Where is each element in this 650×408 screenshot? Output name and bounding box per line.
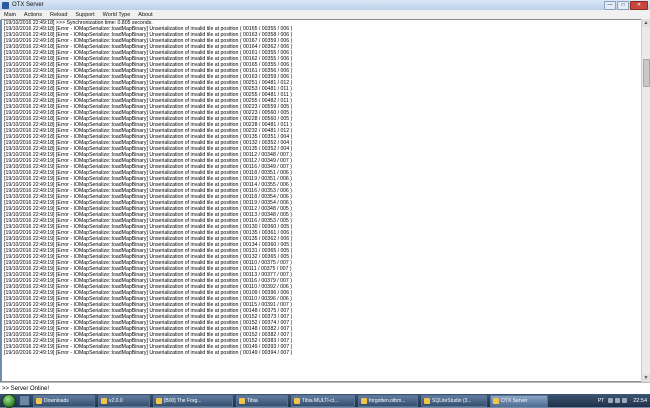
- taskbar-item[interactable]: [B00] The Forg...: [153, 394, 233, 407]
- maximize-button[interactable]: □: [617, 1, 629, 10]
- taskbar-item[interactable]: Tibia: [236, 394, 288, 407]
- taskbar-item-label: [B00] The Forg...: [164, 397, 202, 404]
- app-icon: [2, 1, 9, 9]
- menu-about[interactable]: About: [134, 12, 156, 18]
- taskbar-items: Downloads v2.0.0 [B00] The Forg... Tibia Tib…: [30, 394, 548, 407]
- menu-actions[interactable]: Actions: [20, 12, 46, 18]
- menu-reload[interactable]: Reload: [46, 12, 71, 18]
- window-controls: — □ ✕: [604, 1, 648, 10]
- start-button[interactable]: [2, 393, 16, 408]
- scroll-thumb[interactable]: [643, 59, 650, 87]
- taskbar-item-label: v2.0.0: [109, 397, 123, 404]
- menu-main[interactable]: Main: [0, 12, 20, 18]
- flag-icon[interactable]: [622, 398, 628, 403]
- show-desktop-icon[interactable]: [19, 395, 30, 406]
- log-line: [19/10/2016 22:49:19] [Error - IOMapSeri…: [4, 350, 293, 356]
- taskbar-item-label: forgotten.otbm...: [369, 397, 406, 404]
- app-icon: [239, 397, 245, 404]
- title-bar: OTX Server — □ ✕: [0, 0, 650, 10]
- minimize-button[interactable]: —: [604, 1, 616, 10]
- clock[interactable]: 22:54: [633, 398, 647, 404]
- taskbar-item[interactable]: v2.0.0: [98, 394, 150, 407]
- taskbar-item[interactable]: Tibia MULTI-cl...: [291, 394, 355, 407]
- window-title: OTX Server: [12, 2, 44, 8]
- app-icon: [101, 397, 107, 404]
- taskbar-item-label: Tibia MULTI-cl...: [302, 397, 339, 404]
- system-tray: PT 22:54: [598, 394, 650, 407]
- volume-icon[interactable]: [615, 398, 621, 403]
- app-icon: [294, 397, 300, 404]
- close-button[interactable]: ✕: [630, 1, 648, 10]
- app-icon: [424, 397, 430, 404]
- log-scrollbar[interactable]: ▲ ▼: [641, 19, 650, 382]
- taskbar-item[interactable]: OTX Server: [490, 394, 548, 407]
- taskbar-item-label: Tibia: [247, 397, 258, 404]
- scroll-down-icon[interactable]: ▼: [642, 374, 650, 382]
- taskbar-item[interactable]: Downloads: [33, 394, 95, 407]
- taskbar-item-label: OTX Server: [501, 397, 528, 404]
- server-status-text: >> Server Online!: [2, 386, 50, 392]
- language-indicator[interactable]: PT: [598, 398, 604, 404]
- menu-support[interactable]: Support: [71, 12, 98, 18]
- scroll-up-icon[interactable]: ▲: [642, 19, 650, 27]
- app-icon: [493, 397, 499, 404]
- app-icon: [361, 397, 367, 404]
- network-icon[interactable]: [608, 398, 614, 403]
- taskbar-item[interactable]: SQLiteStudio (3...: [421, 394, 487, 407]
- taskbar-item-label: SQLiteStudio (3...: [432, 397, 472, 404]
- taskbar-item[interactable]: forgotten.otbm...: [358, 394, 418, 407]
- menu-world-type[interactable]: World Type: [99, 12, 135, 18]
- taskbar-item-label: Downloads: [44, 397, 69, 404]
- taskbar: Downloads v2.0.0 [B00] The Forg... Tibia Tib…: [0, 393, 650, 408]
- server-log[interactable]: [19/10/2016 22:49:18] >>> Synchronizatio…: [1, 19, 644, 382]
- app-icon: [156, 397, 162, 404]
- app-icon: [36, 397, 42, 404]
